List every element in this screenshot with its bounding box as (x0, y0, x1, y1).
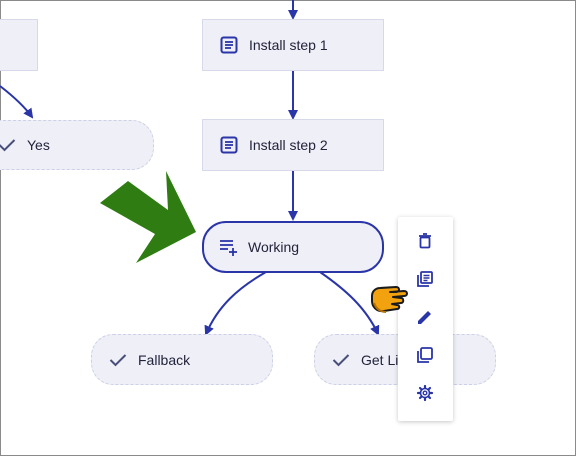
check-icon (331, 350, 351, 370)
flow-node-partial-left[interactable] (0, 19, 38, 71)
connector-left-yes (0, 85, 34, 119)
flow-node-label: Get Li (361, 351, 399, 368)
flow-node-working[interactable]: Working (202, 221, 384, 273)
list-box-icon (219, 135, 239, 155)
flow-branch-yes[interactable]: Yes (0, 120, 154, 170)
pencil-icon (416, 308, 434, 331)
flow-node-install-step-2[interactable]: Install step 2 (202, 119, 384, 171)
settings-button[interactable] (413, 383, 437, 407)
trash-icon (416, 232, 434, 255)
node-action-toolbar (398, 217, 453, 421)
pointing-hand-icon (371, 286, 408, 313)
copy-button[interactable] (413, 345, 437, 369)
connector-working-fallback (204, 271, 267, 336)
big-green-arrow-icon (100, 171, 196, 263)
library-books-icon (416, 270, 434, 293)
flow-node-label: Working (248, 239, 300, 255)
edit-button[interactable] (413, 307, 437, 331)
flow-node-label: Install step 2 (249, 137, 328, 153)
flow-node-label: Fallback (138, 351, 191, 368)
flow-node-label: Yes (27, 137, 50, 153)
check-icon (108, 350, 128, 370)
copy-icon (416, 346, 434, 369)
list-box-icon (219, 35, 239, 55)
playlist-add-icon (218, 237, 238, 257)
delete-button[interactable] (413, 231, 437, 255)
check-icon (0, 135, 17, 155)
duplicate-button[interactable] (413, 269, 437, 293)
gear-icon (416, 384, 434, 407)
flow-branch-fallback[interactable]: Fallback (91, 334, 273, 385)
flow-node-install-step-1[interactable]: Install step 1 (202, 19, 384, 71)
flow-node-label: Install step 1 (249, 37, 328, 53)
